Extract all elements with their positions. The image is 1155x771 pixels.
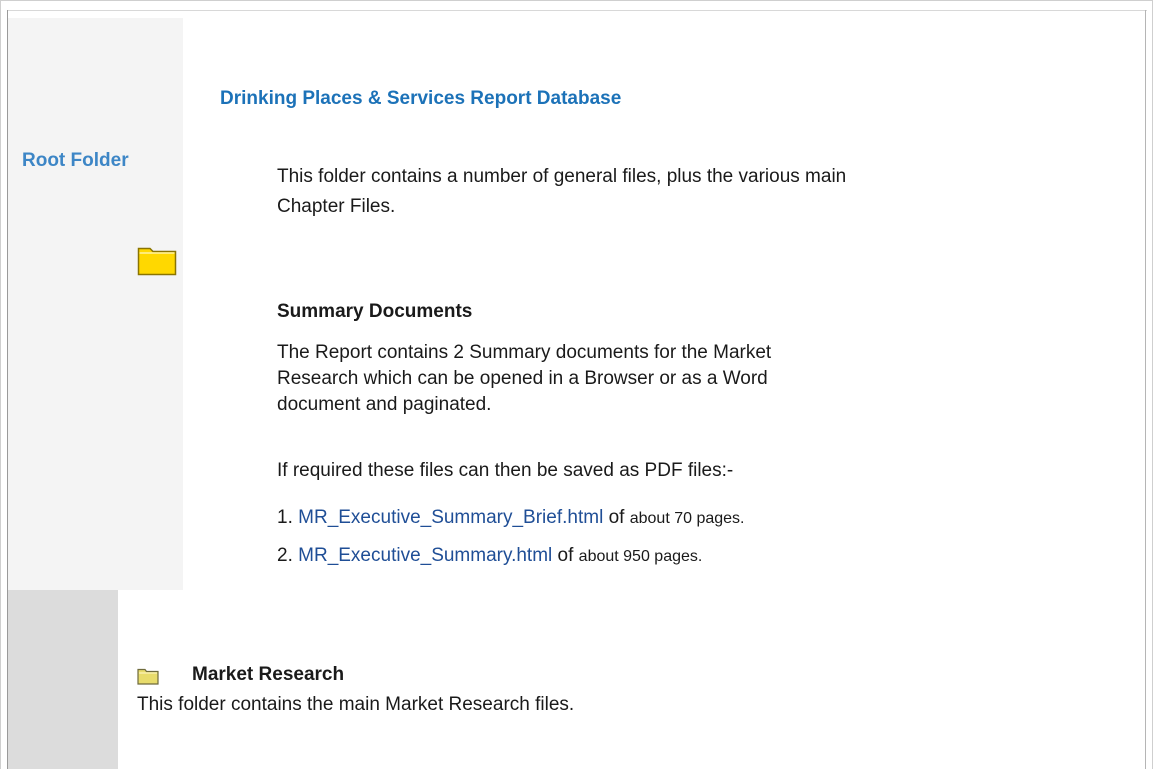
list-item: 2. MR_Executive_Summary.html of about 95… — [277, 538, 744, 576]
page-count: about 950 pages. — [578, 548, 703, 565]
folder-icon[interactable] — [137, 667, 159, 685]
content-right-border — [1145, 10, 1146, 769]
market-research-title[interactable]: Market Research — [192, 664, 344, 686]
market-research-description: This folder contains the main Market Res… — [137, 694, 575, 715]
pdf-note: If required these files can then be save… — [277, 460, 734, 481]
executive-summary-brief-link[interactable]: MR_Executive_Summary_Brief.html — [298, 507, 603, 528]
page-title: Drinking Places & Services Report Databa… — [220, 88, 622, 109]
intro-text: This folder contains a number of general… — [277, 166, 847, 217]
summary-document-list: 1. MR_Executive_Summary_Brief.html of ab… — [277, 500, 744, 576]
list-number: 2. — [277, 545, 293, 566]
list-item: 1. MR_Executive_Summary_Brief.html of ab… — [277, 500, 744, 538]
pages-of-label: of — [608, 507, 625, 528]
folder-icon[interactable] — [137, 244, 177, 276]
sidebar-lower-panel — [8, 590, 118, 769]
sidebar-panel — [8, 18, 183, 590]
list-number: 1. — [277, 507, 293, 528]
summary-description: The Report contains 2 Summary documents … — [277, 342, 772, 415]
executive-summary-link[interactable]: MR_Executive_Summary.html — [298, 545, 552, 566]
root-folder-link[interactable]: Root Folder — [22, 150, 129, 172]
pages-of-label: of — [557, 545, 574, 566]
summary-heading: Summary Documents — [277, 301, 473, 322]
content-top-border — [7, 10, 1147, 11]
page-count: about 70 pages. — [629, 510, 745, 527]
